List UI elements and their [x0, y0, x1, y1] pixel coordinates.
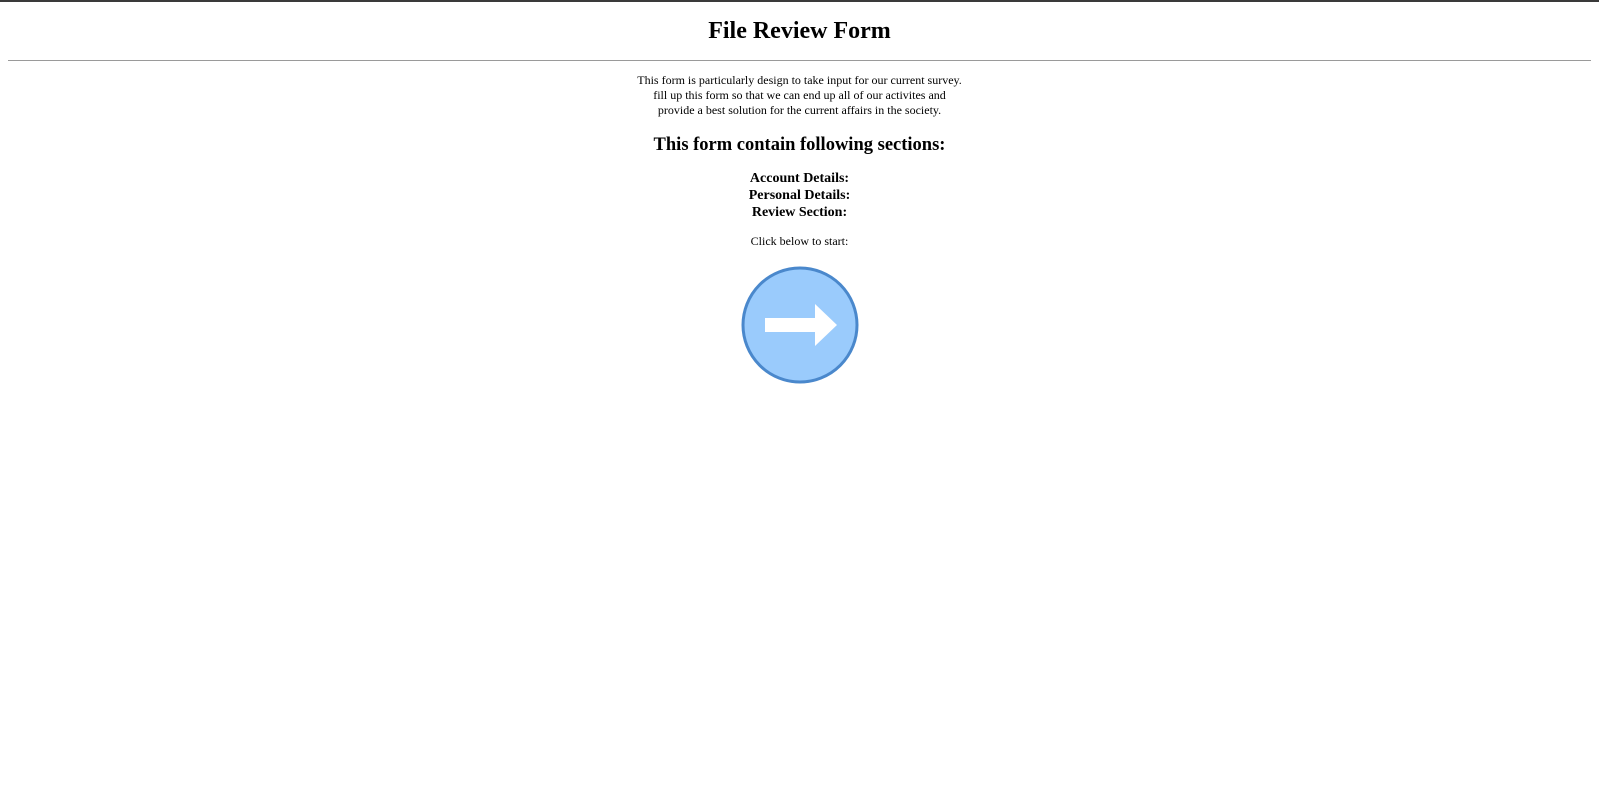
- intro-line: This form is particularly design to take…: [637, 73, 962, 87]
- section-item-account-details: Account Details:: [749, 171, 850, 186]
- intro-line: provide a best solution for the current …: [657, 103, 942, 117]
- section-item-personal-details: Personal Details:: [748, 188, 851, 203]
- intro-text: This form is particularly design to take…: [0, 73, 1599, 118]
- arrow-right-circle-icon: [741, 266, 859, 384]
- start-hint: Click below to start:: [750, 234, 849, 248]
- title-divider: [8, 60, 1591, 61]
- page-title: File Review Form: [708, 18, 891, 44]
- intro-line: fill up this form so that we can end up …: [653, 88, 946, 102]
- sections-heading: This form contain following sections:: [653, 135, 946, 155]
- start-button[interactable]: [740, 265, 860, 385]
- section-item-review-section: Review Section:: [751, 205, 848, 220]
- top-border: [0, 0, 1599, 2]
- section-list: Account Details: Personal Details: Revie…: [0, 170, 1599, 221]
